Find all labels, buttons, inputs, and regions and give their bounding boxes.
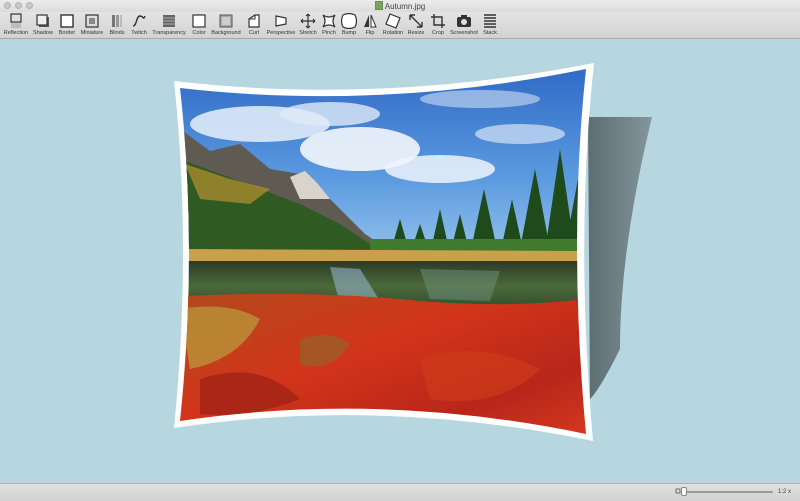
autumn-landscape-image[interactable] [0, 39, 800, 483]
background-icon [219, 14, 233, 28]
window-title-text: Autumn.jpg [384, 2, 426, 11]
miniature-icon [85, 14, 99, 28]
toolbar: Reflection Shadow Border Miniature Blind… [0, 12, 800, 39]
status-bar: 1:2 x [0, 483, 800, 501]
crop-icon [431, 14, 445, 28]
reflection-icon [10, 13, 22, 28]
tool-stack[interactable]: Stack [472, 13, 508, 37]
zoom-label: 1:2 x [778, 489, 792, 495]
border-icon [60, 14, 74, 28]
title-bar: Autumn.jpg [0, 0, 800, 12]
window-title: Autumn.jpg [0, 1, 800, 12]
transparency-icon [163, 15, 175, 27]
image-shadow [588, 117, 652, 399]
image-file-icon [374, 1, 383, 10]
perspective-icon [275, 15, 287, 27]
image-canvas[interactable] [0, 39, 800, 483]
color-icon [192, 14, 206, 28]
zoom-slider[interactable] [683, 491, 773, 493]
stack-icon [484, 14, 496, 28]
twitch-icon [132, 15, 146, 27]
curl-icon [248, 14, 260, 28]
screenshot-icon [457, 15, 471, 27]
zoom-slider-thumb[interactable] [681, 487, 687, 496]
